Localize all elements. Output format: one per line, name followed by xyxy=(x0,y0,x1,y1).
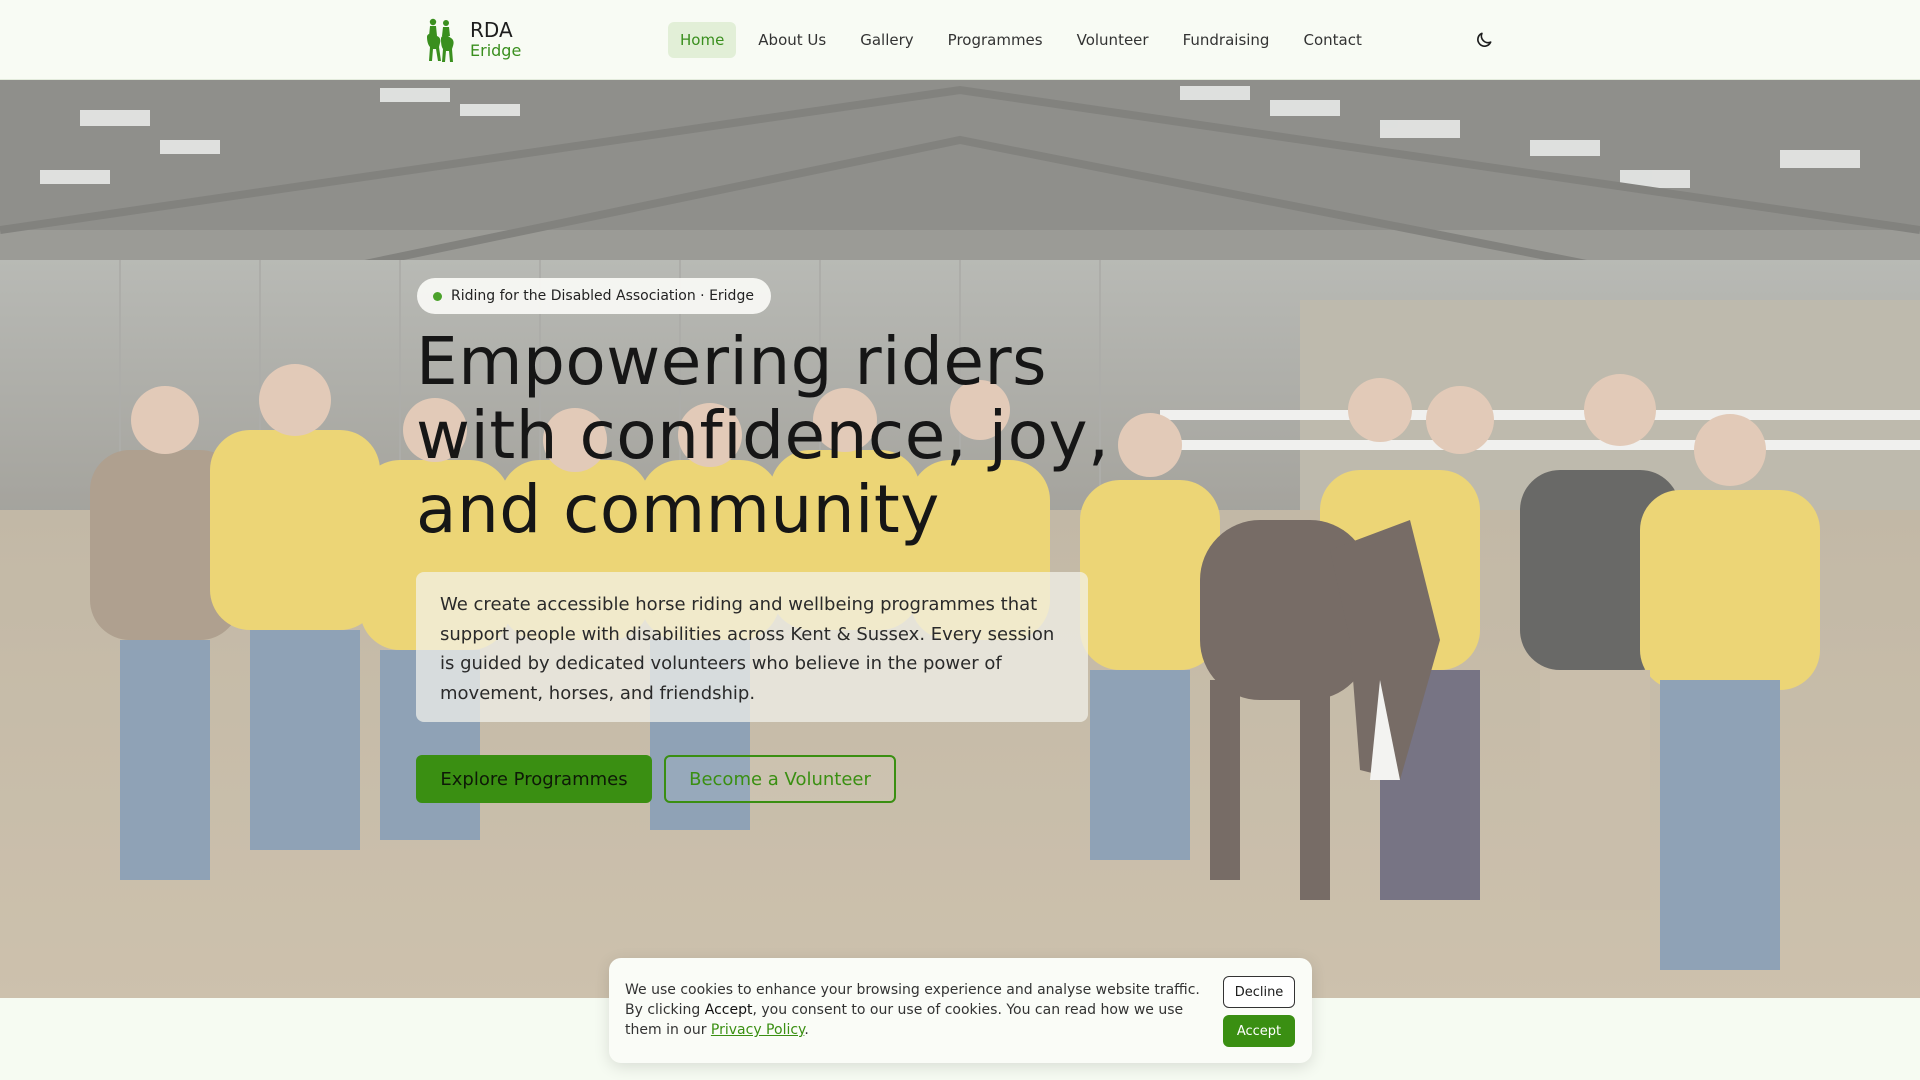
association-badge: Riding for the Disabled Association · Er… xyxy=(417,278,771,314)
cookie-accept-word: Accept xyxy=(704,1002,753,1018)
hero-description: We create accessible horse riding and we… xyxy=(440,594,1055,704)
hero-title-line-3: and community xyxy=(416,471,940,548)
brand-text: RDA Eridge xyxy=(470,19,521,60)
hero-title-line-2: with confidence, joy, xyxy=(416,397,1110,474)
decline-cookies-button[interactable]: Decline xyxy=(1223,976,1295,1008)
site-header: RDA Eridge Home About Us Gallery Program… xyxy=(0,0,1920,80)
privacy-policy-link[interactable]: Privacy Policy xyxy=(711,1022,804,1038)
explore-programmes-button[interactable]: Explore Programmes xyxy=(416,755,652,803)
nav-about-us[interactable]: About Us xyxy=(746,22,838,58)
moon-icon xyxy=(1477,32,1492,47)
accept-cookies-button[interactable]: Accept xyxy=(1223,1015,1295,1047)
brand-subtitle: Eridge xyxy=(470,41,522,61)
become-volunteer-button[interactable]: Become a Volunteer xyxy=(664,755,896,803)
nav-contact[interactable]: Contact xyxy=(1291,22,1373,58)
nav-home[interactable]: Home xyxy=(668,22,737,58)
status-dot-icon xyxy=(433,291,442,301)
hero-description-card: We create accessible horse riding and we… xyxy=(416,572,1088,722)
nav-fundraising[interactable]: Fundraising xyxy=(1171,22,1282,58)
cookie-text-end: . xyxy=(804,1022,809,1038)
brand-home-link[interactable]: RDA Eridge xyxy=(424,17,521,63)
nav-volunteer[interactable]: Volunteer xyxy=(1065,22,1161,58)
hero-section: Riding for the Disabled Association · Er… xyxy=(0,80,1920,998)
horses-riders-icon xyxy=(427,18,454,62)
cookie-message: We use cookies to enhance your browsing … xyxy=(625,980,1205,1040)
cookie-banner: We use cookies to enhance your browsing … xyxy=(609,958,1312,1063)
theme-toggle-button[interactable] xyxy=(1470,26,1498,54)
nav-gallery[interactable]: Gallery xyxy=(848,22,925,58)
nav-programmes[interactable]: Programmes xyxy=(936,22,1055,58)
badge-label: Riding for the Disabled Association · Er… xyxy=(451,288,754,304)
hero-title-line-1: Empowering riders xyxy=(416,323,1048,400)
brand-name: RDA xyxy=(470,18,513,43)
main-nav: Home About Us Gallery Programmes Volunte… xyxy=(668,22,1374,58)
hero-title: Empowering riders with confidence, joy, … xyxy=(416,325,1116,547)
